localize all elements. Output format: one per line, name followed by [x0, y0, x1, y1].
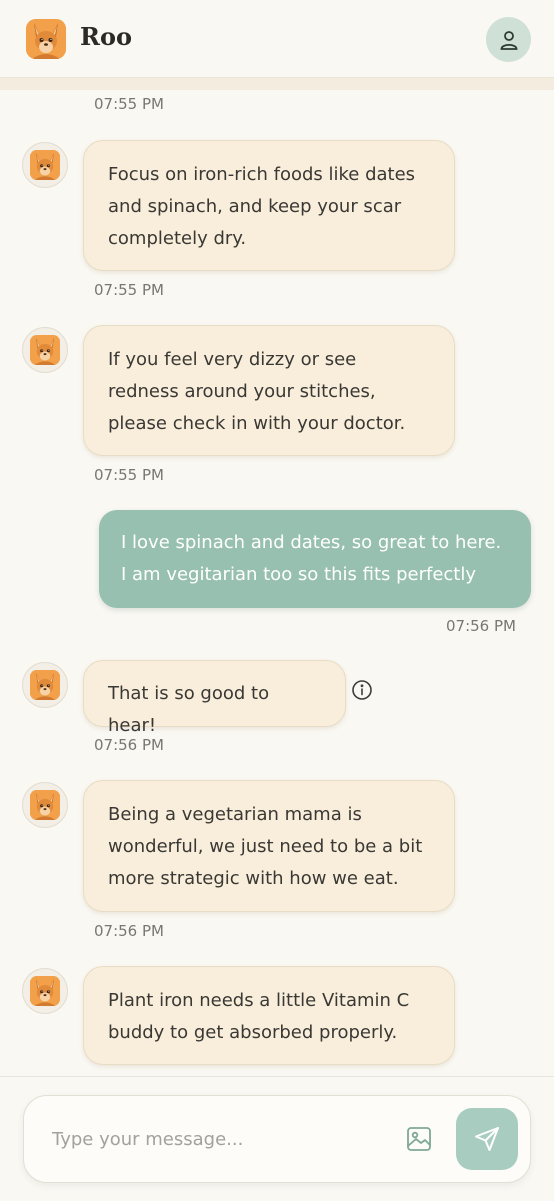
- message-line: I love spinach and dates, so great to he…: [121, 532, 502, 553]
- message-timestamp: 07:55 PM: [94, 466, 164, 484]
- message-line: I am vegitarian too so this fits perfect…: [121, 564, 477, 585]
- kangaroo-logo-icon: [26, 19, 66, 59]
- message-timestamp: 07:56 PM: [94, 922, 164, 940]
- image-icon[interactable]: [404, 1124, 434, 1154]
- message-timestamp: 07:55 PM: [94, 281, 164, 299]
- bot-message-bubble: Focus on iron-rich foods like dates and …: [83, 140, 455, 271]
- message-line: buddy to get absorbed properly.: [108, 1022, 398, 1043]
- message-line: wonderful, we just need to be a bit: [108, 836, 423, 857]
- message-line: completely dry.: [108, 228, 247, 249]
- info-icon[interactable]: [351, 679, 373, 701]
- message-timestamp: 07:55 PM: [94, 95, 164, 113]
- message-timestamp: 07:56 PM: [446, 617, 516, 635]
- user-message-bubble: I love spinach and dates, so great to he…: [99, 510, 531, 608]
- bot-message-bubble: Being a vegetarian mama is wonderful, we…: [83, 780, 455, 912]
- bot-avatar: [22, 968, 68, 1014]
- bot-message-bubble: If you feel very dizzy or see redness ar…: [83, 325, 455, 456]
- app-header: Roo: [0, 0, 554, 78]
- message-line: Focus on iron-rich foods like dates: [108, 164, 416, 185]
- app-title: Roo: [80, 22, 132, 51]
- message-timestamp: 07:56 PM: [94, 736, 164, 754]
- user-icon: [500, 30, 517, 50]
- bot-avatar: [22, 142, 68, 188]
- message-line: If you feel very dizzy or see: [108, 349, 357, 370]
- message-line: and spinach, and keep your scar: [108, 196, 402, 217]
- message-line: redness around your stitches,: [108, 381, 376, 402]
- bot-avatar: [22, 662, 68, 708]
- header-divider: [0, 78, 554, 90]
- bot-avatar: [22, 782, 68, 828]
- message-line: That is so good to hear!: [108, 683, 270, 736]
- message-line: Plant iron needs a little Vitamin C: [108, 990, 410, 1011]
- send-button[interactable]: [456, 1108, 518, 1170]
- send-icon: [475, 1127, 499, 1151]
- message-line: Being a vegetarian mama is: [108, 804, 362, 825]
- message-input[interactable]: [52, 1124, 382, 1154]
- profile-button[interactable]: [486, 17, 531, 62]
- message-line: more strategic with how we eat.: [108, 868, 399, 889]
- bot-message-bubble: Plant iron needs a little Vitamin C budd…: [83, 966, 455, 1065]
- bot-avatar: [22, 327, 68, 373]
- message-line: please check in with your doctor.: [108, 413, 406, 434]
- bot-message-bubble: That is so good to hear!: [83, 660, 346, 736]
